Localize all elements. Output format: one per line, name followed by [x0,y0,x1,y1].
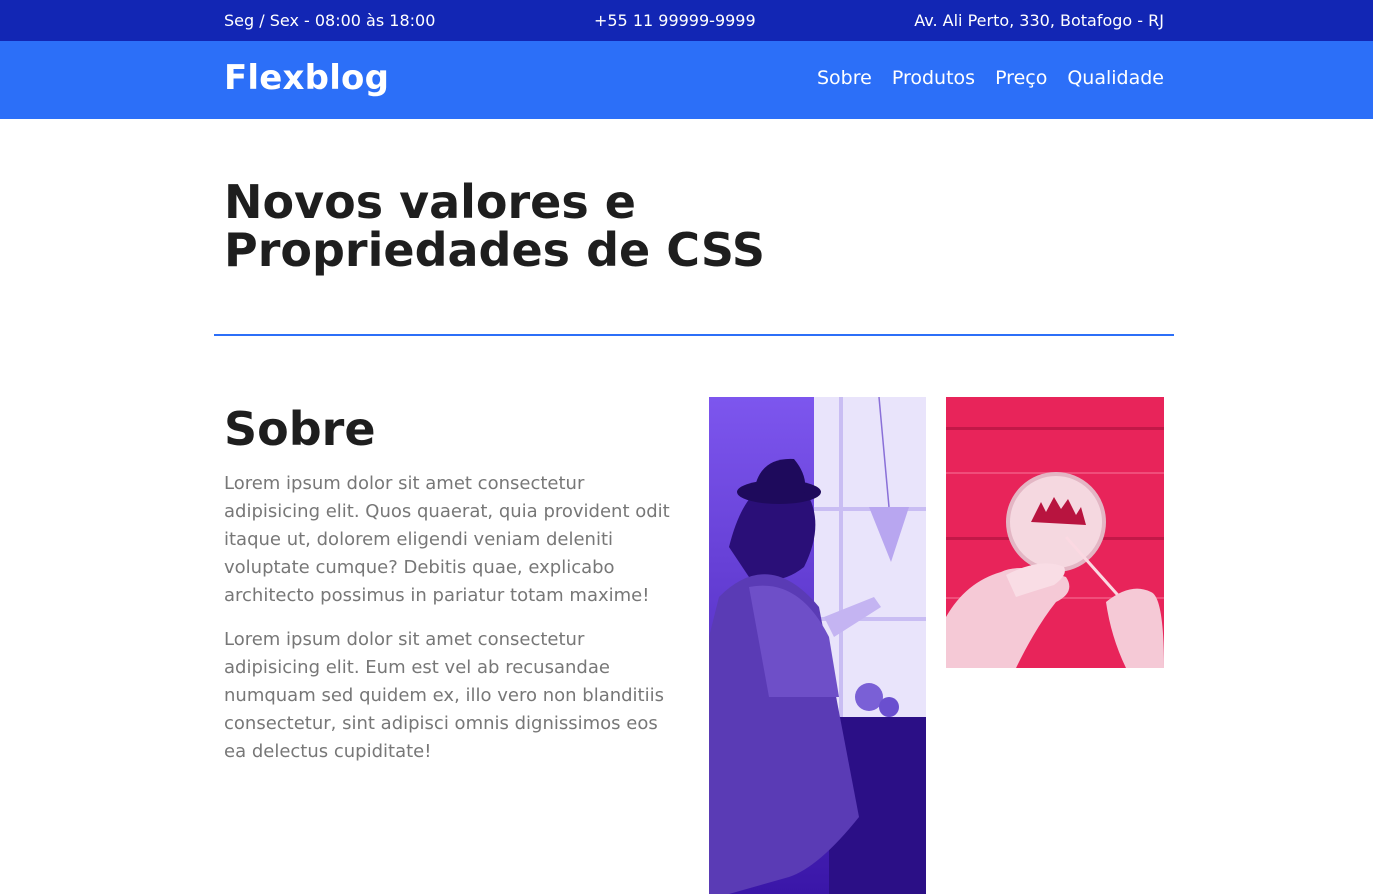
section-divider [214,334,1174,336]
page-title-line1: Novos valores e [224,175,636,229]
photo-hands-embroidery [946,397,1164,668]
photo-woman-window-graphic [709,397,926,894]
page-title: Novos valores e Propriedades de CSS [224,178,765,274]
nav-link-preco[interactable]: Preço [995,67,1047,89]
photo-hands-embroidery-graphic [946,397,1164,668]
phone-number[interactable]: +55 11 99999-9999 [594,11,756,30]
about-heading: Sobre [224,402,376,456]
address: Av. Ali Perto, 330, Botafogo - RJ [914,11,1164,30]
nav-link-produtos[interactable]: Produtos [892,67,975,89]
business-hours: Seg / Sex - 08:00 às 18:00 [224,11,436,30]
logo[interactable]: Flexblog [224,58,389,98]
about-paragraph-1: Lorem ipsum dolor sit amet consectetur a… [224,473,670,606]
photo-woman-window [709,397,926,894]
nav-link-qualidade[interactable]: Qualidade [1067,67,1164,89]
main-nav: Sobre Produtos Preço Qualidade [817,67,1164,89]
top-info-bar: Seg / Sex - 08:00 às 18:00 +55 11 99999-… [0,0,1373,41]
page-title-line2: Propriedades de CSS [224,223,766,277]
main-header: Flexblog Sobre Produtos Preço Qualidade [0,41,1373,119]
nav-link-sobre[interactable]: Sobre [817,67,872,89]
about-paragraph-2: Lorem ipsum dolor sit amet consectetur a… [224,629,664,762]
